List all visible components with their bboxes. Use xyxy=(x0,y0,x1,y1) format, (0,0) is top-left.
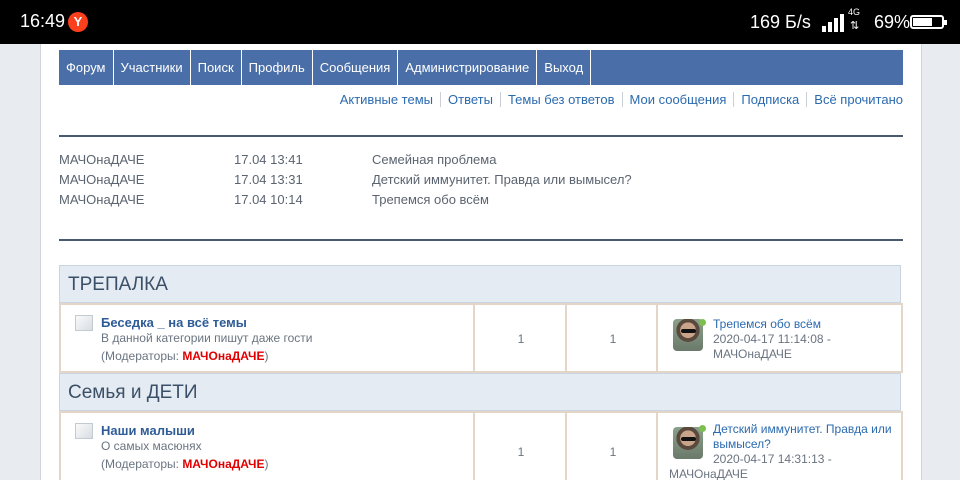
network-type: 4G xyxy=(848,7,861,17)
quick-links: Активные темы Ответы Темы без ответов Мо… xyxy=(333,92,903,107)
status-bar: 16:49 Y 169 Б/s 4G ⇅ 69% xyxy=(0,0,960,44)
topics-count: 1 xyxy=(517,445,525,459)
link-subscriptions[interactable]: Подписка xyxy=(733,92,806,107)
forum-description: В данной категории пишут даже гости xyxy=(101,331,313,345)
mods-prefix: (Модераторы: xyxy=(101,457,183,471)
category-header[interactable]: Семья и ДЕТИ xyxy=(59,373,901,411)
status-time: 16:49 xyxy=(20,11,66,31)
forum-row[interactable]: Беседка _ на всё темы В данной категории… xyxy=(59,303,903,373)
recent-post-row[interactable]: МАЧОнаДАЧЕ 17.04 10:14 Трепемся обо всём xyxy=(59,192,903,212)
recent-date: 17.04 10:14 xyxy=(234,192,303,207)
recent-topic[interactable]: Детский иммунитет. Правда или вымысел? xyxy=(372,172,632,187)
nav-item-search[interactable]: Поиск xyxy=(191,50,242,85)
forum-description: О самых масюнях xyxy=(101,439,202,453)
data-transfer-icon: ⇅ xyxy=(850,20,860,32)
last-post: Трепемся обо всём 2020-04-17 11:14:08 - … xyxy=(713,317,831,362)
recent-posts: МАЧОнаДАЧЕ 17.04 13:41 Семейная проблема… xyxy=(59,152,903,212)
nav-item-admin[interactable]: Администрирование xyxy=(398,50,538,85)
link-replies[interactable]: Ответы xyxy=(440,92,500,107)
forum-info-cell: Наши малыши О самых масюнях (Модераторы:… xyxy=(61,413,475,480)
divider xyxy=(59,239,903,241)
recent-topic[interactable]: Трепемся обо всём xyxy=(372,192,489,207)
divider xyxy=(59,135,903,137)
forum-read-icon xyxy=(75,423,93,439)
recent-post-row[interactable]: МАЧОнаДАЧЕ 17.04 13:31 Детский иммунитет… xyxy=(59,172,903,192)
avatar[interactable] xyxy=(673,427,703,459)
link-active-topics[interactable]: Активные темы xyxy=(333,92,440,107)
network-speed: 169 Б/s xyxy=(750,12,811,32)
yandex-browser-icon: Y xyxy=(68,12,88,32)
nav-item-logout[interactable]: Выход xyxy=(537,50,592,85)
forum-info-cell: Беседка _ на всё темы В данной категории… xyxy=(61,305,475,371)
last-post: Детский иммунитет. Правда или вымысел? 2… xyxy=(669,422,892,480)
last-post-topic[interactable]: Детский иммунитет. Правда или xyxy=(713,422,892,437)
topics-cell: 1 xyxy=(475,413,567,480)
signal-icon xyxy=(822,14,844,32)
posts-count: 1 xyxy=(609,445,617,459)
category-header[interactable]: ТРЕПАЛКА xyxy=(59,265,901,303)
recent-author[interactable]: МАЧОнаДАЧЕ xyxy=(59,192,144,207)
last-post-topic[interactable]: Трепемся обо всём xyxy=(713,317,831,332)
last-post-author[interactable]: МАЧОнаДАЧЕ xyxy=(713,347,831,362)
recent-date: 17.04 13:41 xyxy=(234,152,303,167)
nav-item-messages[interactable]: Сообщения xyxy=(313,50,399,85)
last-post-date: 2020-04-17 11:14:08 - xyxy=(713,332,831,346)
forum-moderators: (Модераторы: МАЧОнаДАЧЕ) xyxy=(101,457,268,471)
nav-item-profile[interactable]: Профиль xyxy=(242,50,313,85)
mods-prefix: (Модераторы: xyxy=(101,349,183,363)
mods-suffix: ) xyxy=(264,349,269,363)
main-nav: Форум Участники Поиск Профиль Сообщения … xyxy=(59,50,903,85)
nav-item-forum[interactable]: Форум xyxy=(59,50,114,85)
online-indicator-icon xyxy=(699,319,706,326)
link-mark-all-read[interactable]: Всё прочитано xyxy=(806,92,903,107)
posts-cell: 1 xyxy=(567,305,658,371)
recent-author[interactable]: МАЧОнаДАЧЕ xyxy=(59,172,144,187)
forum-row[interactable]: Наши малыши О самых масюнях (Модераторы:… xyxy=(59,411,903,480)
last-post-date: 2020-04-17 14:31:13 - xyxy=(713,452,832,466)
mods-suffix: ) xyxy=(264,457,269,471)
topics-count: 1 xyxy=(517,332,525,346)
recent-author[interactable]: МАЧОнаДАЧЕ xyxy=(59,152,144,167)
forum-page: Форум Участники Поиск Профиль Сообщения … xyxy=(40,44,922,480)
forum-moderators: (Модераторы: МАЧОнаДАЧЕ) xyxy=(101,349,268,363)
nav-item-members[interactable]: Участники xyxy=(114,50,191,85)
last-post-author[interactable]: МАЧОнаДАЧЕ xyxy=(669,467,892,480)
link-unanswered[interactable]: Темы без ответов xyxy=(499,92,622,107)
last-post-topic-cont[interactable]: вымысел? xyxy=(713,437,892,452)
forum-read-icon xyxy=(75,315,93,331)
link-my-posts[interactable]: Мои сообщения xyxy=(621,92,734,107)
moderator-name[interactable]: МАЧОнаДАЧЕ xyxy=(182,349,264,363)
posts-cell: 1 xyxy=(567,413,658,480)
battery-percent: 69% xyxy=(874,12,911,32)
posts-count: 1 xyxy=(609,332,617,346)
topics-cell: 1 xyxy=(475,305,567,371)
battery-icon xyxy=(910,15,947,29)
recent-date: 17.04 13:31 xyxy=(234,172,303,187)
recent-topic[interactable]: Семейная проблема xyxy=(372,152,496,167)
moderator-name[interactable]: МАЧОнаДАЧЕ xyxy=(182,457,264,471)
recent-post-row[interactable]: МАЧОнаДАЧЕ 17.04 13:41 Семейная проблема xyxy=(59,152,903,172)
forum-title[interactable]: Беседка _ на всё темы xyxy=(101,315,247,330)
forum-title[interactable]: Наши малыши xyxy=(101,423,195,438)
online-indicator-icon xyxy=(699,425,706,432)
